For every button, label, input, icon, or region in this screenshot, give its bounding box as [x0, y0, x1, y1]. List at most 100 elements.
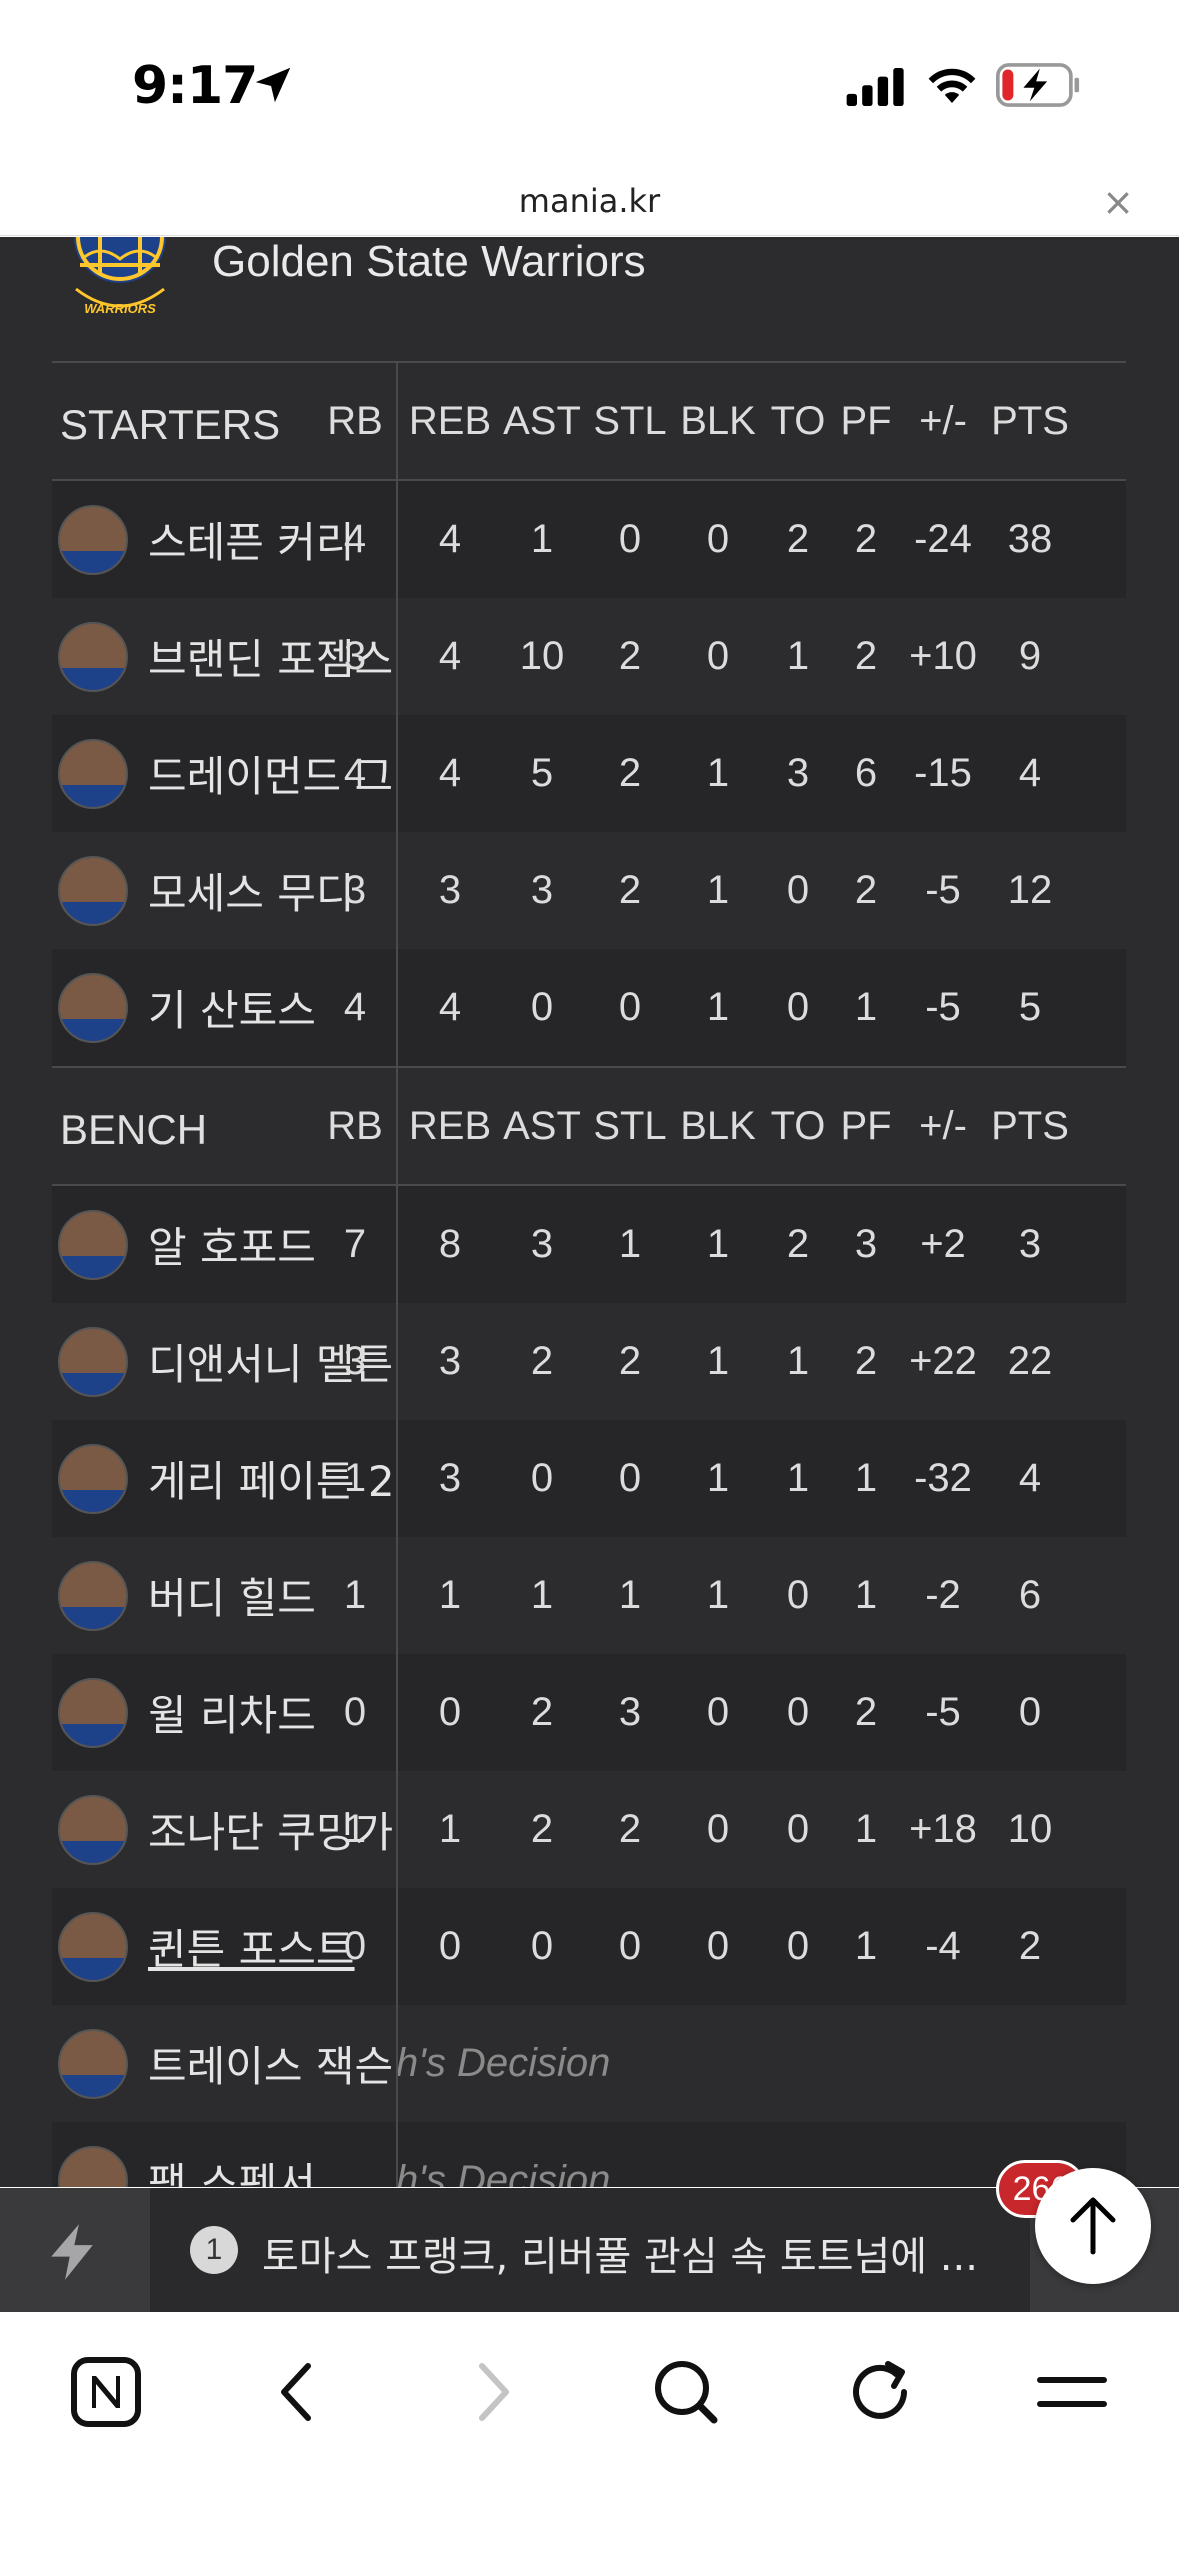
- column-header-pmpmpm: +/-: [919, 398, 967, 443]
- player-name[interactable]: 디앤서니 멜튼: [148, 1303, 446, 1420]
- stat-blk: 1: [706, 751, 730, 795]
- stat-pmpmpm: -32: [914, 1456, 972, 1500]
- dnp-row[interactable]: h's Decision 트레이스 잭슨: [52, 2005, 1126, 2122]
- player-row[interactable]: 스테픈 커리 4 4 1 0 0 2 2 -24 38: [52, 481, 1126, 598]
- player-name[interactable]: 조나단 쿠밍가: [148, 1771, 446, 1888]
- stat-pf: 3: [854, 1222, 878, 1266]
- stat-pts: 38: [1007, 517, 1053, 561]
- player-avatar: [58, 1678, 128, 1748]
- column-header-pf: PF: [840, 1103, 892, 1148]
- stat-blk: 1: [706, 1339, 730, 1383]
- player-row[interactable]: 게리 페이튼 2 1 3 0 0 1 1 1 -32 4: [52, 1420, 1126, 1537]
- stat-rb: 3: [343, 868, 367, 912]
- browser-toolbar: [0, 2312, 1179, 2556]
- player-name[interactable]: 게리 페이튼 2: [148, 1420, 446, 1537]
- search-icon[interactable]: [646, 2352, 726, 2432]
- player-avatar: [58, 1210, 128, 1280]
- url-bar[interactable]: mania.kr ×: [0, 170, 1179, 236]
- dnp-note: h's Decision: [396, 2041, 611, 2085]
- player-name[interactable]: 버디 힐드: [148, 1537, 446, 1654]
- column-header-blk: BLK: [680, 1103, 756, 1148]
- arrow-up-icon: [1070, 2197, 1116, 2255]
- stat-blk: 0: [706, 634, 730, 678]
- column-header-ast: AST: [503, 398, 581, 443]
- battery-charging-icon: [996, 63, 1080, 107]
- stat-reb: 3: [438, 868, 462, 912]
- player-row[interactable]: 드레이먼드 그 4 4 5 2 1 3 6 -15 4: [52, 715, 1126, 832]
- stat-stl: 2: [618, 1339, 642, 1383]
- stat-stl: 2: [618, 751, 642, 795]
- player-name[interactable]: 알 호포드: [148, 1186, 446, 1303]
- naver-n-icon[interactable]: [66, 2352, 146, 2432]
- stat-reb: 3: [438, 1456, 462, 1500]
- player-name[interactable]: 윌 리차드: [148, 1654, 446, 1771]
- column-header-rb: RB: [327, 398, 383, 443]
- player-row[interactable]: 브랜딘 포젬스 3 4 10 2 0 1 2 +10 9: [52, 598, 1126, 715]
- stat-pmpmpm: -5: [925, 1690, 961, 1734]
- boxscore-table: STARTERS RB REB AST STL BLK TO PF +/- PTS 스테픈 커리 4 4…: [52, 361, 1126, 2187]
- stat-ast: 1: [530, 517, 554, 561]
- stat-blk: 1: [706, 985, 730, 1029]
- scroll-to-top-button[interactable]: [1035, 2168, 1151, 2284]
- url-text[interactable]: mania.kr: [0, 182, 1179, 220]
- stat-rb: 0: [343, 1690, 367, 1734]
- player-avatar: [58, 1912, 128, 1982]
- stat-stl: 0: [618, 1456, 642, 1500]
- player-avatar: [58, 505, 128, 575]
- stat-pmpmpm: -4: [925, 1924, 961, 1968]
- column-header-pf: PF: [840, 398, 892, 443]
- player-name[interactable]: 모세스 무디: [148, 832, 446, 949]
- stat-pts: 4: [1018, 751, 1042, 795]
- player-avatar: [58, 739, 128, 809]
- stat-pf: 2: [854, 634, 878, 678]
- ticker-headline[interactable]: 1 토마스 프랭크, 리버풀 관심 속 토트넘에 ...: [150, 2188, 1030, 2312]
- player-avatar: [58, 1795, 128, 1865]
- svg-text:WARRIORS: WARRIORS: [84, 301, 156, 316]
- stat-reb: 3: [438, 1339, 462, 1383]
- player-row[interactable]: 디앤서니 멜튼 3 3 2 2 1 1 2 +22 22: [52, 1303, 1126, 1420]
- stat-blk: 1: [706, 1222, 730, 1266]
- player-row[interactable]: 윌 리차드 0 0 2 3 0 0 2 -5 0: [52, 1654, 1126, 1771]
- player-name[interactable]: 드레이먼드 그: [148, 715, 446, 832]
- player-avatar: [58, 622, 128, 692]
- dnp-row[interactable]: h's Decision 팻 스펜서: [52, 2122, 1126, 2187]
- team-name: Golden State Warriors: [212, 237, 646, 286]
- stat-reb: 4: [438, 751, 462, 795]
- column-header-pts: PTS: [991, 1103, 1069, 1148]
- player-row[interactable]: 모세스 무디 3 3 3 2 1 0 2 -5 12: [52, 832, 1126, 949]
- menu-icon[interactable]: [1032, 2352, 1112, 2432]
- player-row[interactable]: 알 호포드 7 8 3 1 1 2 3 +2 3: [52, 1186, 1126, 1303]
- back-arrow-icon[interactable]: [258, 2352, 338, 2432]
- stat-stl: 2: [618, 868, 642, 912]
- player-name[interactable]: 스테픈 커리: [148, 481, 446, 598]
- stat-stl: 2: [618, 1807, 642, 1851]
- ticker-text[interactable]: 토마스 프랭크, 리버풀 관심 속 토트넘에 ...: [262, 2224, 1012, 2282]
- stat-ast: 0: [530, 1456, 554, 1500]
- stat-pts: 0: [1018, 1690, 1042, 1734]
- player-name[interactable]: 브랜딘 포젬스: [148, 598, 446, 715]
- player-row[interactable]: 퀸튼 포스트 0 0 0 0 0 0 1 -4 2: [52, 1888, 1126, 2005]
- stat-pf: 6: [854, 751, 878, 795]
- stat-reb: 4: [438, 634, 462, 678]
- forward-arrow-icon[interactable]: [452, 2352, 532, 2432]
- player-row[interactable]: 버디 힐드 1 1 1 1 1 0 1 -2 6: [52, 1537, 1126, 1654]
- stat-ast: 2: [530, 1807, 554, 1851]
- stat-pmpmpm: +22: [909, 1339, 977, 1383]
- player-name[interactable]: 기 산토스: [148, 949, 446, 1066]
- stat-pts: 6: [1018, 1573, 1042, 1617]
- player-name[interactable]: 퀸튼 포스트: [148, 1888, 446, 2005]
- bench-label: BENCH: [60, 1106, 208, 1153]
- player-row[interactable]: 조나단 쿠밍가 1 1 2 2 0 0 1 +18 10: [52, 1771, 1126, 1888]
- stat-rb: 4: [343, 751, 367, 795]
- close-icon[interactable]: ×: [1100, 183, 1136, 221]
- player-name[interactable]: 트레이스 잭슨: [148, 2005, 398, 2122]
- stat-rb: 3: [343, 634, 367, 678]
- stat-rb: 0: [343, 1924, 367, 1968]
- player-row[interactable]: 기 산토스 4 4 0 0 1 0 1 -5 5: [52, 949, 1126, 1066]
- stat-ast: 1: [530, 1573, 554, 1617]
- stat-reb: 0: [438, 1690, 462, 1734]
- refresh-icon[interactable]: [840, 2352, 920, 2432]
- status-bar: 9:17: [0, 0, 1179, 170]
- player-name[interactable]: 팻 스펜서: [148, 2122, 398, 2187]
- stat-ast: 3: [530, 868, 554, 912]
